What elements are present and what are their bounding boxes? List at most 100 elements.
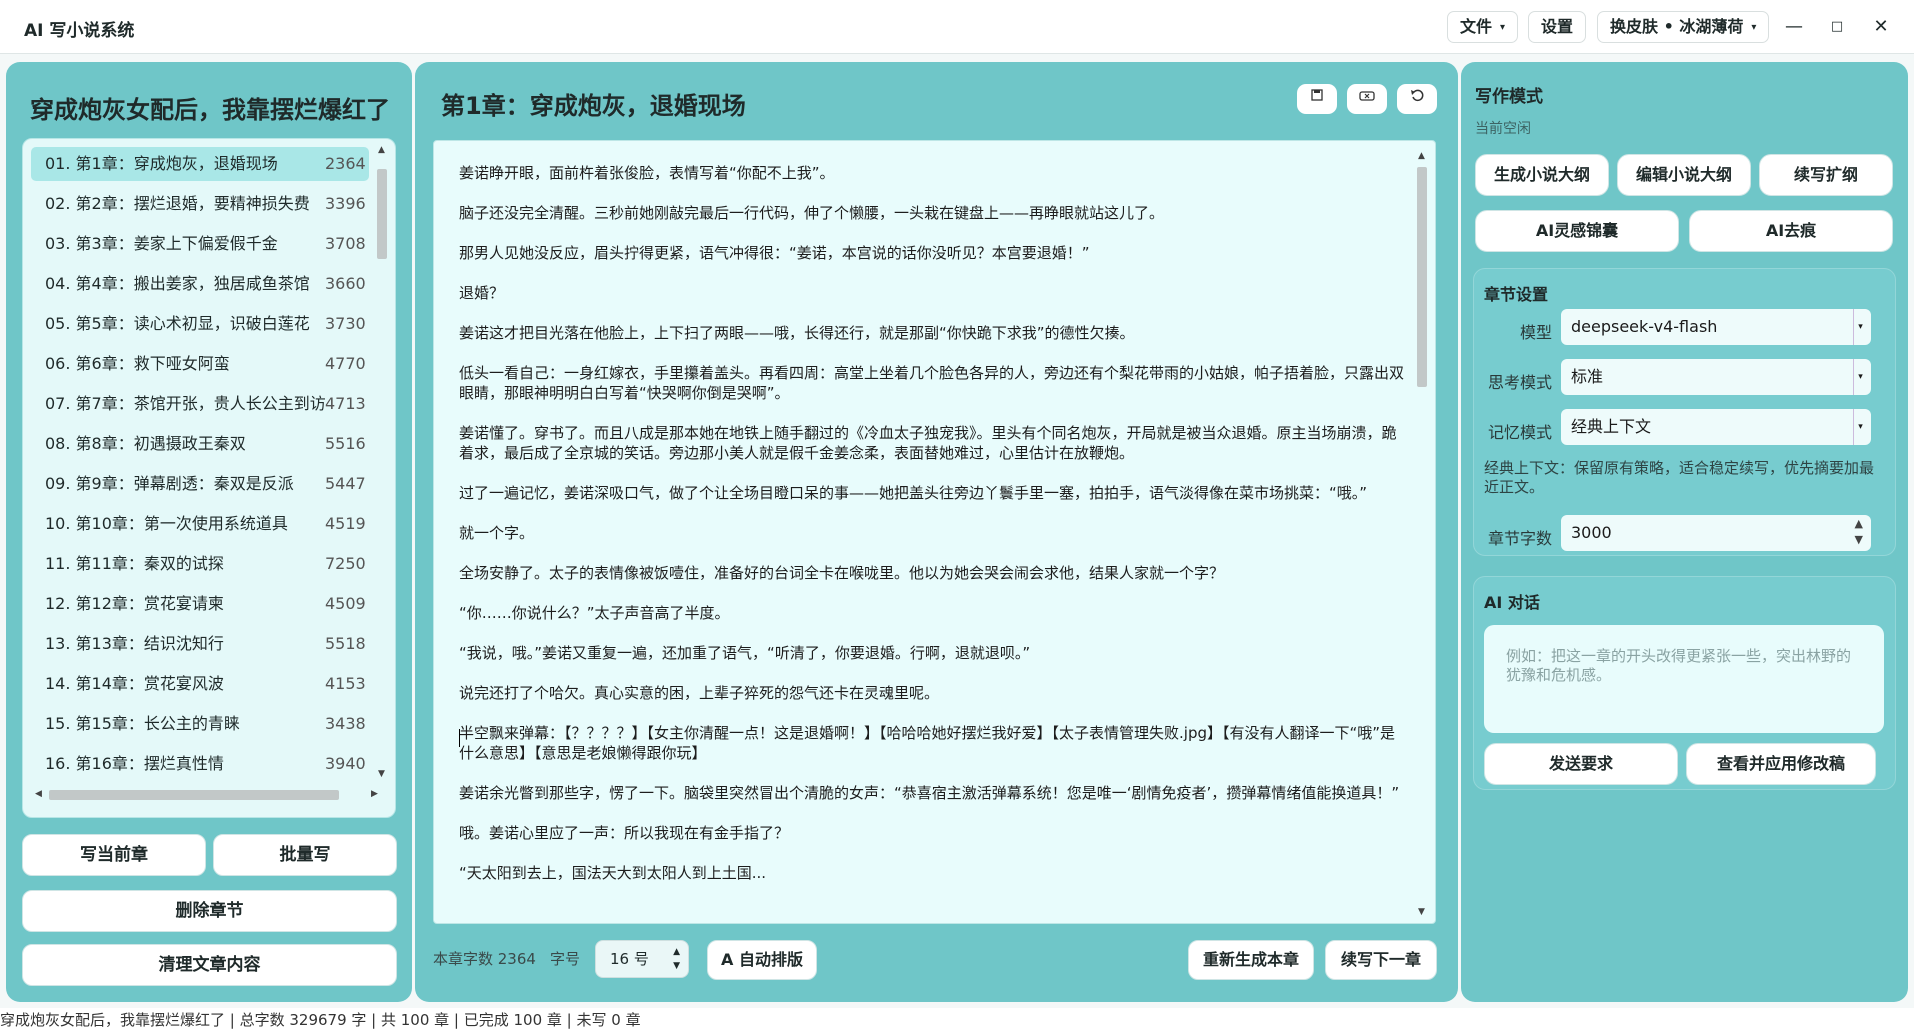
- chapter-word-count: 3396: [325, 194, 366, 213]
- chapter-label: 01. 第1章：穿成炮灰，退婚现场: [45, 154, 278, 173]
- close-icon[interactable]: ✕: [1864, 12, 1898, 42]
- chapter-item-13[interactable]: 13. 第13章：结识沈知行 5518: [31, 627, 369, 661]
- scroll-thumb[interactable]: [377, 169, 387, 259]
- chapter-item-9[interactable]: 09. 第9章：弹幕剧透：秦双是反派 5447: [31, 467, 369, 501]
- chapter-item-8[interactable]: 08. 第8章：初遇摄政王秦双 5516: [31, 427, 369, 461]
- regenerate-chapter-button[interactable]: 重新生成本章: [1188, 940, 1314, 980]
- send-request-button[interactable]: 发送要求: [1484, 743, 1678, 785]
- settings-button[interactable]: 设置: [1528, 11, 1587, 43]
- apply-revision-button[interactable]: 查看并应用修改稿: [1686, 743, 1876, 785]
- skin-menu-button[interactable]: 换皮肤 • 冰湖薄荷 ▾: [1597, 11, 1770, 43]
- decrement-icon[interactable]: ▼: [1855, 533, 1863, 547]
- chapter-item-2[interactable]: 02. 第2章：摆烂退婚，要精神损失费 3396: [31, 187, 369, 221]
- app-title: AI 写小说系统: [24, 21, 135, 41]
- file-menu-button[interactable]: 文件 ▾: [1447, 11, 1519, 43]
- minimize-icon[interactable]: —: [1777, 12, 1811, 42]
- chapter-label: 14. 第14章：赏花宴风波: [45, 674, 224, 693]
- chapter-item-15[interactable]: 15. 第15章：长公主的青睐 3438: [31, 707, 369, 741]
- delete-chapter-button[interactable]: 删除章节: [22, 890, 397, 932]
- mode-status: 当前空闲: [1475, 121, 1531, 137]
- chapter-item-16[interactable]: 16. 第16章：摆烂真性情 3940: [31, 747, 369, 781]
- chevron-down-icon: ▾: [1500, 22, 1506, 33]
- paragraph: 姜诺懂了。穿书了。而且八成是那本她在地铁上随手翻过的《冷血太子独宠我》。里头有个…: [459, 424, 1397, 462]
- clear-content-button[interactable]: 清理文章内容: [22, 944, 397, 986]
- paragraph: 那男人见她没反应，眉头拧得更紧，语气冲得很：“姜诺，本宫说的话你没听见？本宫要退…: [459, 244, 1090, 262]
- chapter-item-1[interactable]: 01. 第1章：穿成炮灰，退婚现场 2364: [31, 147, 369, 181]
- increment-icon[interactable]: ▲: [673, 947, 680, 957]
- batch-write-button[interactable]: 批量写: [213, 834, 397, 876]
- chapter-word-count: 4713: [325, 394, 366, 413]
- memory-mode-hint: 经典上下文：保留原有策略，适合稳定续写，优先摘要加最近正文。: [1484, 459, 1875, 496]
- auto-layout-button[interactable]: A 自动排版: [707, 940, 817, 980]
- chapter-item-10[interactable]: 10. 第10章：第一次使用系统道具 4519: [31, 507, 369, 541]
- scroll-down-icon[interactable]: ▼: [1418, 907, 1425, 917]
- chapter-word-count: 5518: [325, 634, 366, 653]
- expand-outline-button[interactable]: 续写扩纲: [1759, 154, 1893, 196]
- chapter-word-count: 4770: [325, 354, 366, 373]
- chapter-editor[interactable]: 姜诺睁开眼，面前杵着张俊脸，表情写着“你配不上我”。 脑子还没完全清醒。三秒前她…: [433, 140, 1436, 924]
- scroll-right-icon[interactable]: ▶: [371, 789, 378, 799]
- model-select[interactable]: deepseek-v4-flash ▾: [1561, 309, 1871, 345]
- scroll-thumb[interactable]: [1417, 167, 1427, 387]
- chapter-words-value[interactable]: 3000: [1571, 523, 1612, 542]
- decrement-icon[interactable]: ▼: [673, 961, 680, 971]
- model-value: deepseek-v4-flash: [1571, 317, 1718, 336]
- chapter-item-5[interactable]: 05. 第5章：读心术初显，识破白莲花 3730: [31, 307, 369, 341]
- save-icon[interactable]: [1297, 84, 1337, 114]
- write-current-chapter-button[interactable]: 写当前章: [22, 834, 206, 876]
- mode-title: 写作模式: [1475, 87, 1543, 107]
- chapter-label: 15. 第15章：长公主的青睐: [45, 714, 240, 733]
- chapter-word-count: 3730: [325, 314, 366, 333]
- model-label: 模型: [1519, 323, 1552, 342]
- chevron-down-icon: ▾: [1853, 309, 1867, 345]
- chapter-label: 13. 第13章：结识沈知行: [45, 634, 224, 653]
- ai-dedup-button[interactable]: AI去痕: [1689, 210, 1893, 252]
- editor-panel: 第1章：穿成炮灰，退婚现场 姜诺睁开眼，面前杵着张俊脸，表情写着“你配不上我”。…: [415, 62, 1458, 1002]
- chapter-item-14[interactable]: 14. 第14章：赏花宴风波 4153: [31, 667, 369, 701]
- paragraph: “你……你说什么？”太子声音高了半度。: [459, 604, 730, 622]
- chapter-list: 01. 第1章：穿成炮灰，退婚现场 2364 02. 第2章：摆烂退婚，要精神损失…: [22, 138, 396, 818]
- chat-input[interactable]: 例如：把这一章的开头改得更紧张一些，突出林野的犹豫和危机感。: [1484, 625, 1884, 733]
- paragraph: 说完还打了个哈欠。真心实意的困，上辈子猝死的怨气还卡在灵魂里呢。: [459, 684, 940, 702]
- chapter-label: 06. 第6章：救下哑女阿蛮: [45, 354, 230, 373]
- chapter-text[interactable]: 姜诺睁开眼，面前杵着张俊脸，表情写着“你配不上我”。 脑子还没完全清醒。三秒前她…: [459, 163, 1409, 903]
- chapter-word-count: 3708: [325, 234, 366, 253]
- generate-outline-button[interactable]: 生成小说大纲: [1475, 154, 1609, 196]
- scroll-thumb[interactable]: [49, 790, 339, 800]
- font-size-stepper[interactable]: 16 号 ▲ ▼: [595, 940, 689, 978]
- continue-next-chapter-button[interactable]: 续写下一章: [1325, 940, 1437, 980]
- chapter-item-7[interactable]: 07. 第7章：茶馆开张，贵人长公主到访 4713: [31, 387, 369, 421]
- clear-icon[interactable]: [1347, 84, 1387, 114]
- paragraph: 脑子还没完全清醒。三秒前她刚敲完最后一行代码，伸了个懒腰，一头栽在键盘上——再睁…: [459, 204, 1165, 222]
- ai-inspiration-button[interactable]: AI灵感锦囊: [1475, 210, 1679, 252]
- chapter-item-3[interactable]: 03. 第3章：姜家上下偏爱假千金 3708: [31, 227, 369, 261]
- increment-icon[interactable]: ▲: [1855, 517, 1863, 531]
- chapter-item-4[interactable]: 04. 第4章：搬出姜家，独居咸鱼茶馆 3660: [31, 267, 369, 301]
- chapter-list-scrollbar[interactable]: ▲ ▼: [375, 145, 389, 781]
- chapter-title: 第1章：穿成炮灰，退婚现场: [441, 92, 746, 120]
- chapter-item-6[interactable]: 06. 第6章：救下哑女阿蛮 4770: [31, 347, 369, 381]
- chapter-words-stepper[interactable]: 3000 ▲ ▼: [1561, 515, 1871, 551]
- chapter-list-hscrollbar[interactable]: ◀ ▶: [33, 787, 383, 803]
- chapter-word-count: 2364: [325, 154, 366, 173]
- chapter-label: 02. 第2章：摆烂退婚，要精神损失费: [45, 194, 310, 213]
- maximize-icon[interactable]: □: [1820, 12, 1854, 42]
- editor-scrollbar[interactable]: ▲ ▼: [1415, 151, 1429, 919]
- chevron-down-icon: ▾: [1853, 409, 1867, 445]
- scroll-down-icon[interactable]: ▼: [378, 769, 385, 779]
- font-size-value: 16 号: [610, 950, 649, 968]
- paragraph: “天太阳到去上，国法天大到太阳人到上土国...: [459, 864, 767, 882]
- scroll-up-icon[interactable]: ▲: [1418, 151, 1425, 161]
- scroll-left-icon[interactable]: ◀: [35, 789, 42, 799]
- file-menu-label: 文件: [1460, 17, 1493, 36]
- chapter-item-12[interactable]: 12. 第12章：赏花宴请柬 4509: [31, 587, 369, 621]
- edit-outline-button[interactable]: 编辑小说大纲: [1617, 154, 1751, 196]
- think-mode-select[interactable]: 标准 ▾: [1561, 359, 1871, 395]
- undo-icon[interactable]: [1397, 84, 1437, 114]
- memory-mode-select[interactable]: 经典上下文 ▾: [1561, 409, 1871, 445]
- chapter-item-11[interactable]: 11. 第11章：秦双的试探 7250: [31, 547, 369, 581]
- chapter-word-count: 5447: [325, 474, 366, 493]
- scroll-up-icon[interactable]: ▲: [378, 145, 385, 155]
- chapter-words-label: 章节字数: [1487, 529, 1552, 548]
- paragraph: 半空飘来弹幕：【？？？？】【女主你清醒一点！这是退婚啊！】【哈哈哈她好摆烂我好爱…: [459, 724, 1396, 762]
